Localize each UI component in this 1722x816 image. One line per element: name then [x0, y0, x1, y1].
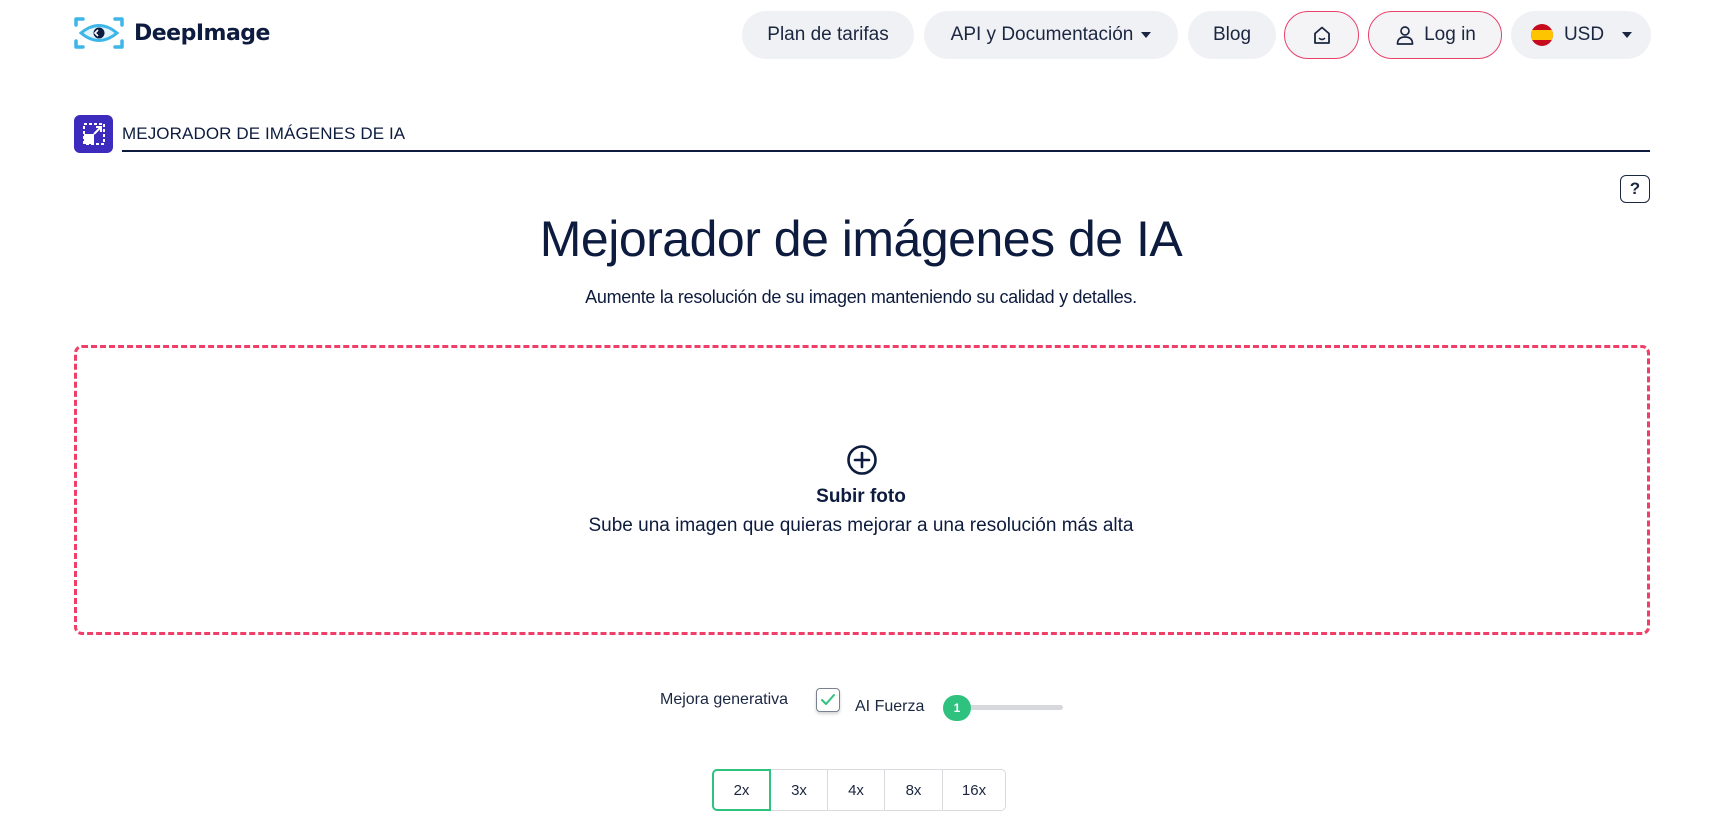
login-label: Log in: [1424, 24, 1476, 45]
nav-pricing-label: Plan de tarifas: [767, 24, 889, 45]
home-icon: [1313, 26, 1330, 44]
scale-option-8x[interactable]: 8x: [885, 769, 943, 811]
home-button[interactable]: [1284, 11, 1359, 59]
scale-selector: 2x 3x 4x 8x 16x: [712, 769, 1006, 811]
brand-name: DeepImage: [134, 20, 270, 46]
nav-blog-label: Blog: [1212, 24, 1252, 45]
scale-option-3x[interactable]: 3x: [771, 769, 828, 811]
chevron-down-icon: [1141, 32, 1152, 38]
spain-flag-icon: [1530, 24, 1553, 46]
chevron-down-icon: [1622, 32, 1633, 38]
generative-enhance-label: Mejora generativa: [660, 691, 789, 708]
upload-title: Subir foto: [816, 486, 906, 507]
help-button[interactable]: ?: [1620, 175, 1650, 203]
currency-language-selector[interactable]: USD: [1511, 11, 1651, 59]
user-icon: [1396, 26, 1414, 45]
scale-option-2x[interactable]: 2x: [712, 769, 771, 811]
checkmark-icon: [821, 694, 835, 705]
currency-label: USD: [1563, 24, 1605, 45]
nav-pricing-link[interactable]: Plan de tarifas: [742, 11, 914, 59]
page-title: Mejorador de imágenes de IA: [539, 211, 1183, 267]
ai-strength-slider-thumb[interactable]: 1: [943, 695, 971, 721]
nav-api-docs-label: API y Documentación: [950, 24, 1134, 45]
ai-strength-label: AI Fuerza: [855, 698, 925, 715]
login-button[interactable]: Log in: [1368, 11, 1502, 59]
plus-circle-icon: [847, 445, 877, 475]
upscaler-tool-icon: [74, 115, 113, 153]
brand-logo[interactable]: DeepImage: [74, 16, 270, 50]
scale-option-16x[interactable]: 16x: [943, 769, 1006, 811]
upload-description: Sube una imagen que quieras mejorar a un…: [588, 515, 1134, 536]
section-title: MEJORADOR DE IMÁGENES DE IA: [122, 124, 406, 143]
page-subtitle: Aumente la resolución de su imagen mante…: [585, 287, 1137, 307]
nav-api-docs-dropdown[interactable]: API y Documentación: [924, 11, 1178, 59]
generative-enhance-checkbox[interactable]: [816, 688, 840, 712]
deepimage-logo-icon: [74, 17, 124, 49]
scale-option-4x[interactable]: 4x: [828, 769, 885, 811]
nav-blog-link[interactable]: Blog: [1188, 11, 1276, 59]
section-divider: [122, 150, 1650, 152]
